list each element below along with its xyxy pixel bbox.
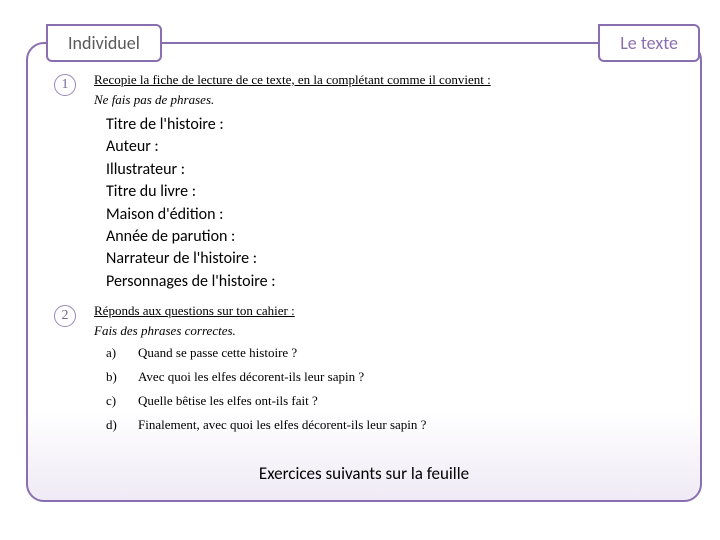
question-text: Finalement, avec quoi les elfes décorent… <box>138 417 426 433</box>
field-item: Personnages de l'histoire : <box>106 271 670 293</box>
tab-individuel: Individuel <box>46 24 162 62</box>
field-item: Titre du livre : <box>106 181 670 203</box>
question-text: Avec quoi les elfes décorent-ils leur sa… <box>138 369 364 385</box>
section-2-instruction: Réponds aux questions sur ton cahier : <box>94 303 670 319</box>
section-2: 2 Réponds aux questions sur ton cahier :… <box>58 303 670 433</box>
question-list: a) Quand se passe cette histoire ? b) Av… <box>106 345 670 433</box>
field-item: Année de parution : <box>106 226 670 248</box>
section-1-content: Recopie la fiche de lecture de ce texte,… <box>94 72 670 293</box>
question-label: b) <box>106 369 138 385</box>
main-panel: 1 Recopie la fiche de lecture de ce text… <box>26 42 702 502</box>
section-2-hint: Fais des phrases correctes. <box>94 323 670 339</box>
reading-sheet-fields: Titre de l'histoire : Auteur : Illustrat… <box>106 114 670 293</box>
section-2-content: Réponds aux questions sur ton cahier : F… <box>94 303 670 433</box>
footer-note: Exercices suivants sur la feuille <box>28 463 700 484</box>
field-item: Auteur : <box>106 136 670 158</box>
field-item: Titre de l'histoire : <box>106 114 670 136</box>
question-text: Quand se passe cette histoire ? <box>138 345 297 361</box>
field-item: Maison d'édition : <box>106 204 670 226</box>
tab-le-texte: Le texte <box>598 24 700 62</box>
field-item: Illustrateur : <box>106 159 670 181</box>
question-row: d) Finalement, avec quoi les elfes décor… <box>106 417 670 433</box>
field-item: Narrateur de l'histoire : <box>106 248 670 270</box>
question-label: c) <box>106 393 138 409</box>
question-row: a) Quand se passe cette histoire ? <box>106 345 670 361</box>
question-row: b) Avec quoi les elfes décorent-ils leur… <box>106 369 670 385</box>
section-number-2: 2 <box>54 305 76 327</box>
question-label: a) <box>106 345 138 361</box>
section-1-hint: Ne fais pas de phrases. <box>94 92 670 108</box>
question-label: d) <box>106 417 138 433</box>
question-row: c) Quelle bêtise les elfes ont-ils fait … <box>106 393 670 409</box>
section-1: 1 Recopie la fiche de lecture de ce text… <box>58 72 670 293</box>
question-text: Quelle bêtise les elfes ont-ils fait ? <box>138 393 318 409</box>
section-1-instruction: Recopie la fiche de lecture de ce texte,… <box>94 72 670 88</box>
section-number-1: 1 <box>54 74 76 96</box>
